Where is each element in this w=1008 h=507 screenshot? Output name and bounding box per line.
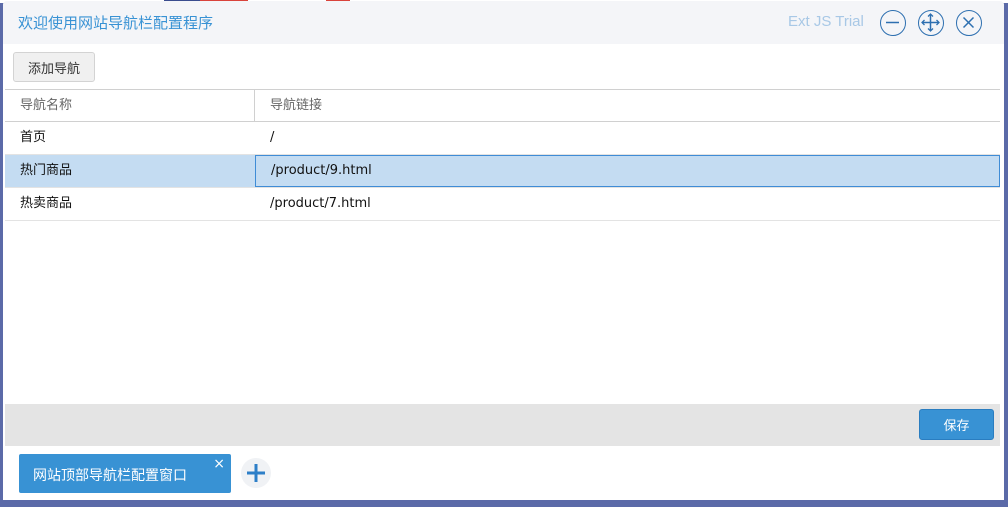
minimize-icon — [886, 21, 899, 24]
cell-nav-name[interactable]: 热卖商品 — [5, 188, 255, 220]
close-button[interactable] — [956, 10, 982, 36]
window-title: 欢迎使用网站导航栏配置程序 — [18, 14, 214, 32]
window-titlebar[interactable]: 欢迎使用网站导航栏配置程序 Ext JS Trial — [3, 1, 1004, 44]
add-tab-button[interactable] — [241, 458, 271, 488]
minimize-button[interactable] — [880, 10, 906, 36]
taskbar-tab-close-icon[interactable]: × — [213, 456, 225, 472]
table-row[interactable]: 首页 / — [5, 122, 1000, 155]
taskbar-window-tab[interactable]: 网站顶部导航栏配置窗口 × — [19, 454, 231, 493]
grid-header: 导航名称 导航链接 — [5, 89, 1000, 122]
column-header-link[interactable]: 导航链接 — [255, 90, 1000, 121]
nav-config-window: 欢迎使用网站导航栏配置程序 Ext JS Trial 添加导航 导航名称 导航链… — [3, 1, 1004, 500]
table-row[interactable]: 热卖商品 /product/7.html — [5, 188, 1000, 221]
cell-nav-link[interactable]: /product/7.html — [255, 188, 1000, 220]
column-header-name[interactable]: 导航名称 — [5, 90, 255, 121]
save-button[interactable]: 保存 — [919, 409, 994, 440]
maximize-icon — [921, 13, 940, 32]
close-icon — [962, 16, 975, 29]
taskbar-tab-label: 网站顶部导航栏配置窗口 — [33, 468, 187, 484]
window-footer: 保存 — [5, 404, 1000, 446]
trial-watermark: Ext JS Trial — [788, 13, 864, 30]
plus-icon — [247, 464, 265, 482]
add-nav-button[interactable]: 添加导航 — [13, 52, 95, 82]
nav-grid: 导航名称 导航链接 首页 / 热门商品 /product/9.html 热卖商品… — [5, 89, 1000, 404]
grid-toolbar: 添加导航 — [3, 44, 1004, 89]
table-row-selected[interactable]: 热门商品 /product/9.html — [5, 155, 1000, 188]
cell-nav-link-focused[interactable]: /product/9.html — [255, 155, 1000, 187]
cell-nav-name[interactable]: 首页 — [5, 122, 255, 154]
maximize-button[interactable] — [918, 10, 944, 36]
taskbar: 网站顶部导航栏配置窗口 × — [3, 446, 1004, 500]
cell-nav-name[interactable]: 热门商品 — [5, 155, 255, 187]
cell-nav-link[interactable]: / — [255, 122, 1000, 154]
